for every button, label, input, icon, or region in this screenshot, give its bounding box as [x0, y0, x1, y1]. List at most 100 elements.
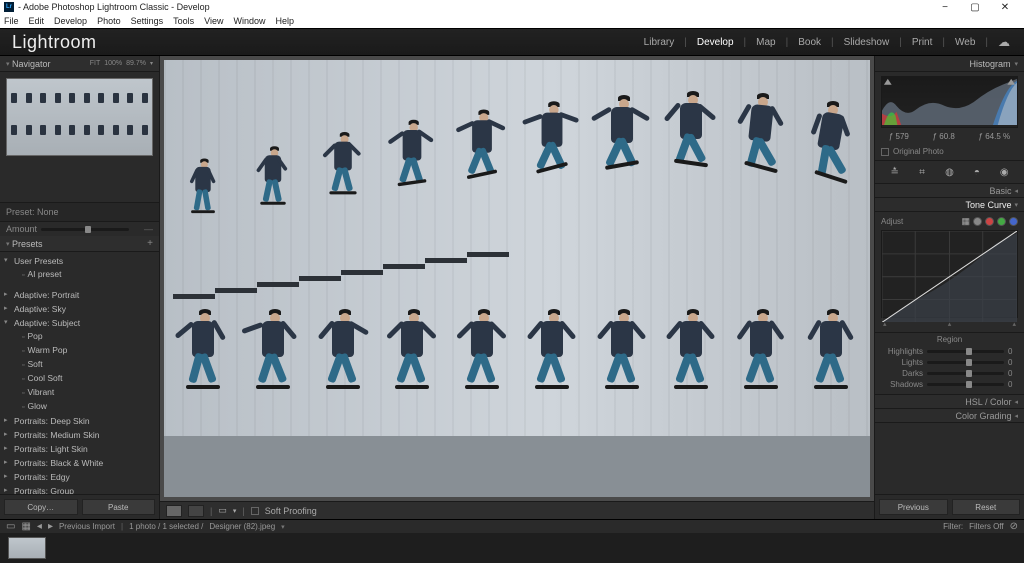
- preset-item[interactable]: AI preset: [0, 268, 159, 282]
- copy-button[interactable]: Copy…: [4, 499, 78, 515]
- nav-zoom-custom[interactable]: 89.7%: [126, 60, 146, 67]
- loupe-view-button[interactable]: [166, 505, 182, 517]
- preset-item[interactable]: Warm Pop: [0, 344, 159, 358]
- preset-user-presets[interactable]: User Presets: [0, 254, 159, 268]
- filters-off[interactable]: Filters Off: [969, 522, 1004, 531]
- filmstrip-count: 1 photo / 1 selected /: [129, 522, 203, 531]
- maximize-button[interactable]: ▢: [960, 2, 990, 13]
- canvas[interactable]: [160, 56, 874, 501]
- menu-help[interactable]: Help: [274, 16, 297, 26]
- filmstrip-source[interactable]: Previous Import: [59, 522, 115, 531]
- region-darks[interactable]: Darks0: [881, 368, 1018, 379]
- menu-file[interactable]: File: [2, 16, 21, 26]
- menu-bar: File Edit Develop Photo Settings Tools V…: [0, 14, 1024, 28]
- basic-panel-header[interactable]: Basic◂: [875, 184, 1024, 198]
- tone-curve-header[interactable]: Tone Curve▾: [875, 198, 1024, 212]
- hsl-panel-header[interactable]: HSL / Color◂: [875, 395, 1024, 409]
- redeye-icon[interactable]: ◉: [997, 165, 1011, 179]
- soft-proof-checkbox[interactable]: [251, 507, 259, 515]
- window-title: - Adobe Photoshop Lightroom Classic - De…: [18, 2, 210, 12]
- cloud-sync-icon[interactable]: ☁: [996, 35, 1012, 49]
- preset-item[interactable]: Cool Soft: [0, 372, 159, 386]
- color-grading-header[interactable]: Color Grading◂: [875, 409, 1024, 423]
- preset-group[interactable]: Portraits: Light Skin: [0, 442, 159, 456]
- filter-label: Filter:: [943, 522, 963, 531]
- crop-icon[interactable]: ⌗: [915, 165, 929, 179]
- tone-curve-graph[interactable]: [881, 230, 1018, 318]
- navigator-thumbnail[interactable]: [6, 78, 153, 156]
- histogram[interactable]: [881, 76, 1018, 128]
- preset-item[interactable]: Pop: [0, 330, 159, 344]
- module-book[interactable]: Book: [796, 37, 823, 48]
- histogram-header[interactable]: Histogram▾: [875, 56, 1024, 72]
- filmstrip-filename: Designer (82).jpeg: [209, 522, 275, 531]
- preset-amount-slider[interactable]: Amount—: [0, 222, 159, 236]
- back-icon[interactable]: ◂: [37, 521, 42, 532]
- region-highlights[interactable]: Highlights0: [881, 346, 1018, 357]
- menu-photo[interactable]: Photo: [95, 16, 123, 26]
- navigator-header[interactable]: ▾ Navigator FIT 100% 89.7% ▾: [0, 56, 159, 72]
- tone-curve-chan-b[interactable]: [1009, 217, 1018, 226]
- close-button[interactable]: ✕: [990, 2, 1020, 13]
- preset-current: Preset: None: [0, 202, 159, 222]
- menu-window[interactable]: Window: [232, 16, 268, 26]
- view-ratio-icon[interactable]: ▭: [218, 505, 227, 516]
- filmstrip[interactable]: [0, 533, 1024, 563]
- preset-group[interactable]: Portraits: Black & White: [0, 456, 159, 470]
- grid-view-icon[interactable]: ▦: [21, 521, 30, 532]
- tone-curve-adjust-label: Adjust: [881, 217, 903, 226]
- preset-group[interactable]: Adaptive: Subject: [0, 316, 159, 330]
- previous-button[interactable]: Previous: [879, 499, 948, 515]
- heal-icon[interactable]: ◍: [942, 165, 956, 179]
- original-photo-toggle[interactable]: Original Photo: [875, 145, 1024, 161]
- reset-button[interactable]: Reset: [952, 499, 1021, 515]
- tone-curve-chan-g[interactable]: [997, 217, 1006, 226]
- menu-develop[interactable]: Develop: [52, 16, 89, 26]
- module-library[interactable]: Library: [642, 37, 677, 48]
- secondary-display-icon[interactable]: ▭: [6, 521, 15, 532]
- soft-proof-label: Soft Proofing: [265, 506, 317, 516]
- develop-toolbar: | ▭ ▾ | Soft Proofing: [160, 501, 874, 519]
- preset-item[interactable]: Glow: [0, 400, 159, 414]
- filter-lock-icon[interactable]: ⊘: [1010, 521, 1018, 532]
- preset-group[interactable]: Portraits: Group: [0, 484, 159, 494]
- menu-view[interactable]: View: [202, 16, 225, 26]
- preset-group[interactable]: Adaptive: Sky: [0, 302, 159, 316]
- region-lights[interactable]: Lights0: [881, 357, 1018, 368]
- mask-icon[interactable]: ◓: [970, 165, 984, 179]
- view-dropdown-icon[interactable]: ▾: [233, 507, 237, 515]
- preset-group[interactable]: Adaptive: Portrait: [0, 288, 159, 302]
- before-after-button[interactable]: [188, 505, 204, 517]
- module-print[interactable]: Print: [910, 37, 935, 48]
- presets-header[interactable]: ▾ Presets +: [0, 236, 159, 252]
- center-panel: | ▭ ▾ | Soft Proofing: [160, 56, 874, 519]
- paste-button[interactable]: Paste: [82, 499, 156, 515]
- menu-tools[interactable]: Tools: [171, 16, 196, 26]
- menu-edit[interactable]: Edit: [27, 16, 47, 26]
- nav-zoom-100[interactable]: 100%: [104, 60, 122, 67]
- module-web[interactable]: Web: [953, 37, 977, 48]
- module-slideshow[interactable]: Slideshow: [842, 37, 892, 48]
- window-titlebar: Lr - Adobe Photoshop Lightroom Classic -…: [0, 0, 1024, 14]
- preset-item[interactable]: Soft: [0, 358, 159, 372]
- preset-item[interactable]: Vibrant: [0, 386, 159, 400]
- region-shadows[interactable]: Shadows0: [881, 379, 1018, 390]
- tone-curve-chan-r[interactable]: [985, 217, 994, 226]
- histogram-values: ƒ 579 ƒ 60.8 ƒ 64.5 %: [875, 132, 1024, 145]
- menu-settings[interactable]: Settings: [129, 16, 166, 26]
- minimize-button[interactable]: −: [930, 2, 960, 13]
- module-bar: Lightroom Library| Develop| Map| Book| S…: [0, 28, 1024, 56]
- tone-curve-chan-rgb[interactable]: [973, 217, 982, 226]
- filmstrip-header: ▭ ▦ ◂ ▸ Previous Import | 1 photo / 1 se…: [0, 519, 1024, 533]
- left-panel: ▾ Navigator FIT 100% 89.7% ▾ Preset: Non…: [0, 56, 160, 519]
- filmstrip-thumbnail[interactable]: [8, 537, 46, 559]
- module-map[interactable]: Map: [754, 37, 777, 48]
- adjust-sliders-icon[interactable]: ≛: [888, 165, 902, 179]
- module-develop[interactable]: Develop: [695, 37, 736, 48]
- nav-fit[interactable]: FIT: [90, 60, 101, 67]
- preset-group[interactable]: Portraits: Edgy: [0, 470, 159, 484]
- preset-group[interactable]: Portraits: Medium Skin: [0, 428, 159, 442]
- tone-curve-point-icon[interactable]: ▦: [961, 216, 970, 227]
- preset-group[interactable]: Portraits: Deep Skin: [0, 414, 159, 428]
- forward-icon[interactable]: ▸: [48, 521, 53, 532]
